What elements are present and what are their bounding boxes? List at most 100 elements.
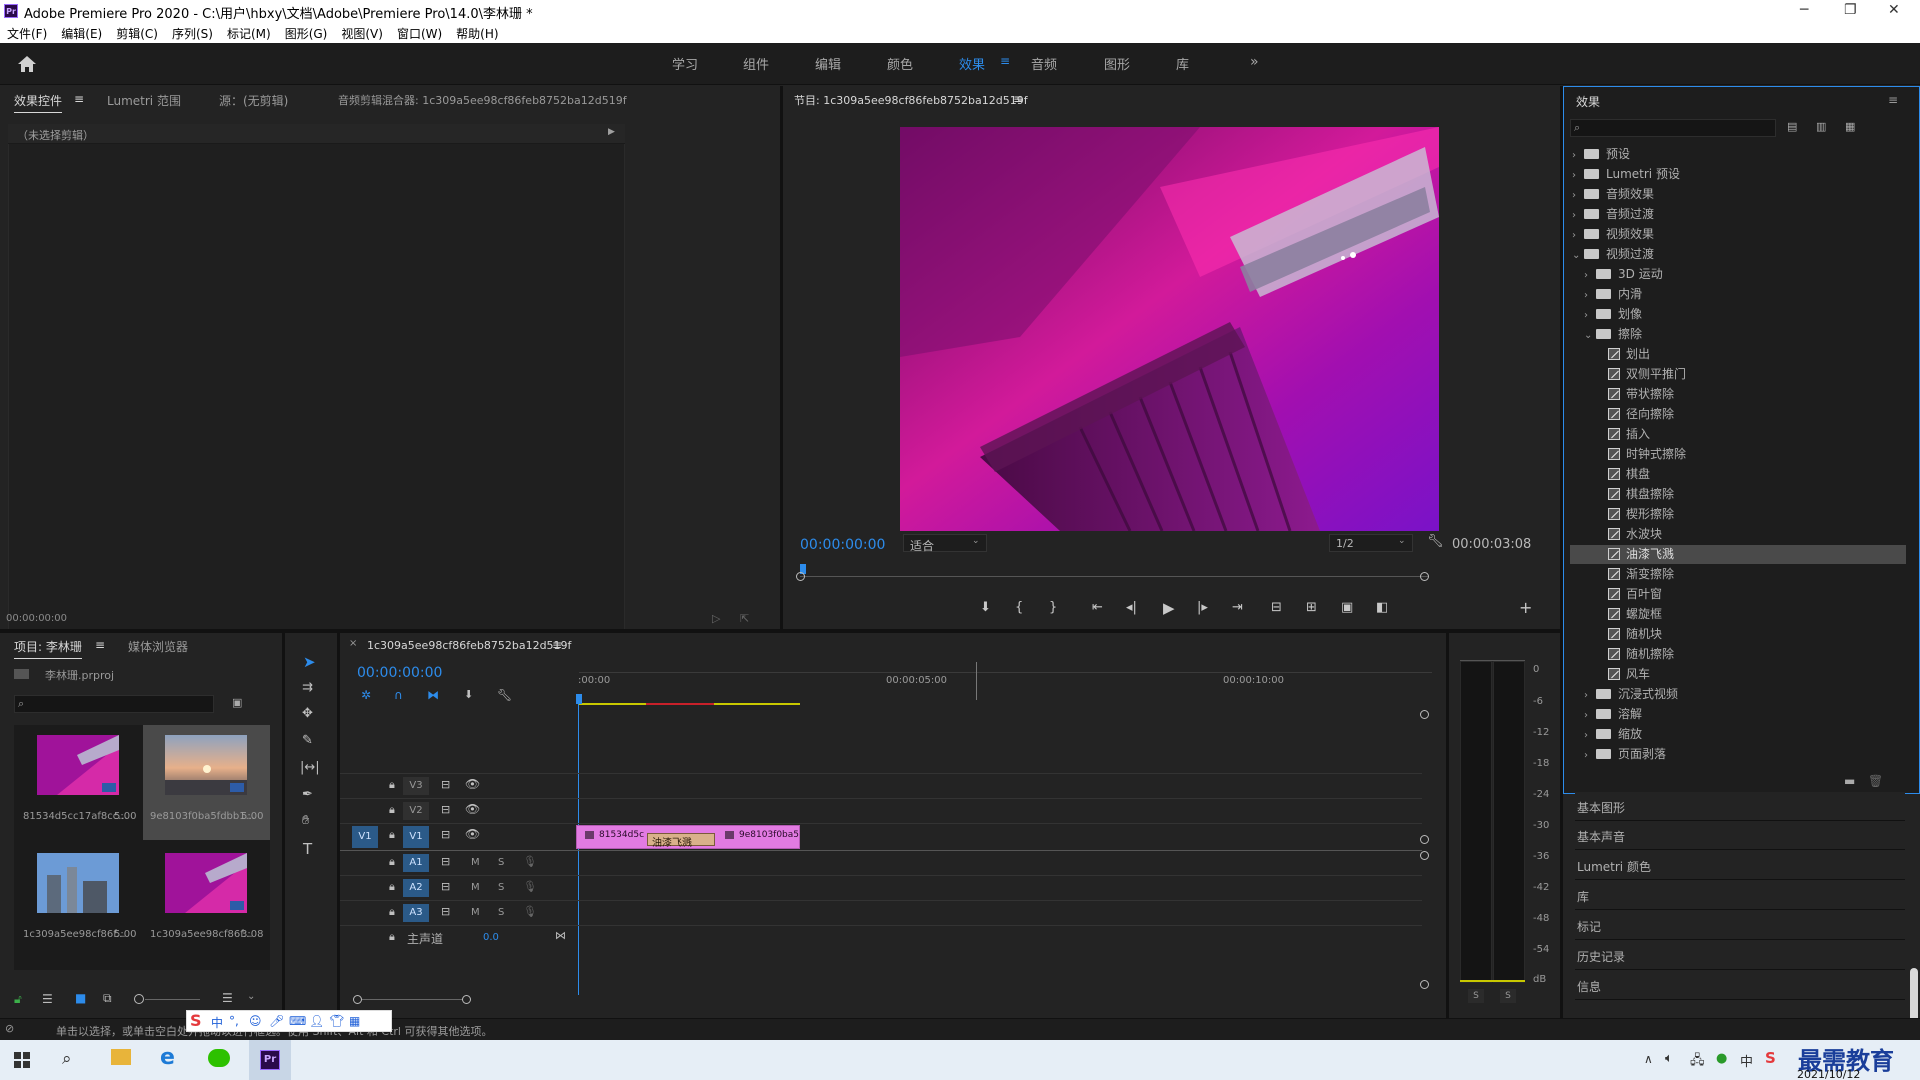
- menu-file[interactable]: 文件(F): [0, 22, 54, 42]
- home-icon[interactable]: [17, 55, 37, 73]
- effect-folder[interactable]: › 音频过渡: [1570, 205, 1906, 224]
- timeline-playhead-marker[interactable]: [576, 694, 582, 704]
- security-tray-icon[interactable]: ●: [1716, 1051, 1727, 1066]
- track-lock-icon[interactable]: 🔒︎: [389, 855, 395, 869]
- track-target-v1[interactable]: V1: [403, 826, 429, 848]
- audio-scroll-handle[interactable]: [1420, 851, 1429, 860]
- filter-icon[interactable]: ▷: [712, 612, 720, 625]
- timeline-playhead-line[interactable]: [578, 703, 579, 995]
- close-icon[interactable]: ✕: [1888, 2, 1900, 18]
- comparison-view-icon[interactable]: ◧: [1376, 600, 1388, 615]
- chevron-right-icon[interactable]: ›: [1584, 750, 1594, 761]
- maximize-icon[interactable]: ❐: [1844, 2, 1857, 18]
- effect-item[interactable]: 随机擦除: [1570, 645, 1906, 664]
- mark-in-icon[interactable]: {: [1015, 600, 1023, 615]
- workspace-graphics[interactable]: 图形: [1104, 54, 1130, 73]
- solo-button[interactable]: S: [498, 857, 504, 868]
- sync-lock-icon[interactable]: ⊟: [441, 905, 450, 918]
- chevron-right-icon[interactable]: ›: [1584, 710, 1594, 721]
- menu-sequence[interactable]: 序列(S): [165, 22, 220, 42]
- tab-lumetri-scopes[interactable]: Lumetri 范围: [107, 92, 181, 109]
- timeline-timecode[interactable]: 00:00:00:00: [357, 665, 442, 681]
- mute-button[interactable]: M: [471, 907, 480, 918]
- ime-keyboard-icon[interactable]: ⌨: [289, 1014, 306, 1028]
- timeline-settings-icon[interactable]: 🔧︎: [497, 688, 512, 702]
- edge-browser-icon[interactable]: e: [160, 1045, 175, 1070]
- menu-window[interactable]: 窗口(W): [390, 22, 449, 42]
- chevron-right-icon[interactable]: ›: [1584, 290, 1594, 301]
- voice-over-mic-icon[interactable]: 🎙︎: [523, 905, 537, 918]
- effect-item[interactable]: 径向擦除: [1570, 405, 1906, 424]
- track-target-v2[interactable]: V2: [403, 802, 429, 820]
- effect-folder[interactable]: › 沉浸式视频: [1570, 685, 1906, 704]
- expand-arrow-icon[interactable]: ▶: [608, 127, 615, 137]
- tray-expand-icon[interactable]: ∧: [1644, 1052, 1653, 1066]
- new-search-bin-icon[interactable]: ▣: [232, 696, 242, 709]
- effect-item[interactable]: 渐变擦除: [1570, 565, 1906, 584]
- sequence-tab[interactable]: 1c309a5ee98cf86feb8752ba12d519f: [367, 639, 571, 652]
- ime-punctuation-icon[interactable]: °,: [229, 1014, 239, 1028]
- track-lock-icon[interactable]: 🔒︎: [389, 880, 395, 894]
- track-target-a3[interactable]: A3: [403, 904, 429, 922]
- timeline-zoom-end-handle[interactable]: [462, 995, 471, 1004]
- tab-source[interactable]: 源：(无剪辑): [219, 92, 288, 109]
- accelerated-effects-icon[interactable]: ▤: [1787, 120, 1797, 133]
- workspace-libraries[interactable]: 库: [1176, 54, 1189, 73]
- timeline-zoom-start-handle[interactable]: [353, 995, 362, 1004]
- effect-folder[interactable]: › 音频效果: [1570, 185, 1906, 204]
- effect-folder[interactable]: › 划像: [1570, 305, 1906, 324]
- network-icon[interactable]: 🖧︎: [1690, 1051, 1705, 1073]
- add-button-icon[interactable]: +: [1519, 598, 1532, 617]
- workspace-menu-icon[interactable]: ≡: [1000, 54, 1010, 68]
- hand-tool-icon[interactable]: ✋︎: [302, 813, 309, 828]
- panel-info[interactable]: 信息: [1575, 971, 1905, 1000]
- tab-project[interactable]: 项目: 李林珊: [14, 638, 82, 659]
- ime-chinese-mode-icon[interactable]: 中: [211, 1014, 223, 1031]
- solo-button[interactable]: S: [498, 907, 504, 918]
- program-scrub-bar[interactable]: [800, 576, 1428, 577]
- menu-clip[interactable]: 剪辑(C): [109, 22, 165, 42]
- add-marker-icon[interactable]: ⬇︎: [464, 688, 473, 701]
- sort-icon[interactable]: ☰: [222, 991, 233, 1005]
- effect-item[interactable]: 插入: [1570, 425, 1906, 444]
- chevron-down-icon[interactable]: ⌄: [1572, 250, 1582, 261]
- step-back-icon[interactable]: ◂|: [1126, 600, 1137, 615]
- tab-media-browser[interactable]: 媒体浏览器: [128, 638, 188, 655]
- pen-tool-icon[interactable]: ✒: [302, 787, 313, 802]
- time-ruler[interactable]: [579, 672, 1432, 673]
- write-protect-icon[interactable]: 🔓︎: [14, 992, 22, 1007]
- effect-item[interactable]: 楔形擦除: [1570, 505, 1906, 524]
- chevron-right-icon[interactable]: ›: [1584, 310, 1594, 321]
- go-to-out-icon[interactable]: ⇥: [1232, 600, 1243, 615]
- project-search-input[interactable]: ⌕: [14, 695, 214, 713]
- effect-item[interactable]: 螺旋框: [1570, 605, 1906, 624]
- linked-selection-icon[interactable]: ⧓: [427, 688, 439, 702]
- panel-lumetri-color[interactable]: Lumetri 颜色: [1575, 851, 1905, 880]
- transition-paint-splatter[interactable]: 油漆飞溅: [647, 833, 715, 849]
- ripple-edit-tool-icon[interactable]: ✥: [302, 706, 313, 721]
- taskbar-premiere-active[interactable]: Pr: [249, 1040, 291, 1080]
- menu-edit[interactable]: 编辑(E): [54, 22, 109, 42]
- program-timecode[interactable]: 00:00:00:00: [800, 537, 885, 553]
- program-video-frame[interactable]: [900, 127, 1439, 531]
- effect-item[interactable]: 油漆飞溅: [1570, 545, 1906, 564]
- effect-folder[interactable]: › 3D 运动: [1570, 265, 1906, 284]
- sync-lock-icon[interactable]: ⊟: [441, 855, 450, 868]
- mark-out-icon[interactable]: }: [1049, 600, 1057, 615]
- project-menu-icon[interactable]: ≡: [95, 638, 105, 652]
- voice-over-mic-icon[interactable]: 🎙︎: [523, 855, 537, 868]
- video-scroll-handle[interactable]: [1420, 710, 1429, 719]
- add-marker-icon[interactable]: ⬇︎: [980, 600, 991, 615]
- tab-menu-icon[interactable]: ≡: [74, 92, 84, 106]
- sync-lock-icon[interactable]: ⊟: [441, 828, 450, 841]
- workspace-audio[interactable]: 音频: [1031, 54, 1057, 73]
- chevron-right-icon[interactable]: ›: [1584, 690, 1594, 701]
- taskbar-search-icon[interactable]: ⌕: [62, 1049, 72, 1069]
- panel-essential-sound[interactable]: 基本声音: [1575, 821, 1905, 850]
- resolution-dropdown[interactable]: 1/2 ⌄: [1329, 534, 1413, 552]
- close-sequence-icon[interactable]: ×: [349, 638, 357, 649]
- menu-graphics[interactable]: 图形(G): [278, 22, 335, 42]
- solo-left-button[interactable]: S: [1468, 989, 1484, 1003]
- toggle-output-eye-icon[interactable]: 👁︎: [465, 802, 480, 816]
- ime-toolbar[interactable]: S 中 °, ☺ 🎤︎ ⌨ 👤︎ 👕︎ ▦: [186, 1010, 392, 1032]
